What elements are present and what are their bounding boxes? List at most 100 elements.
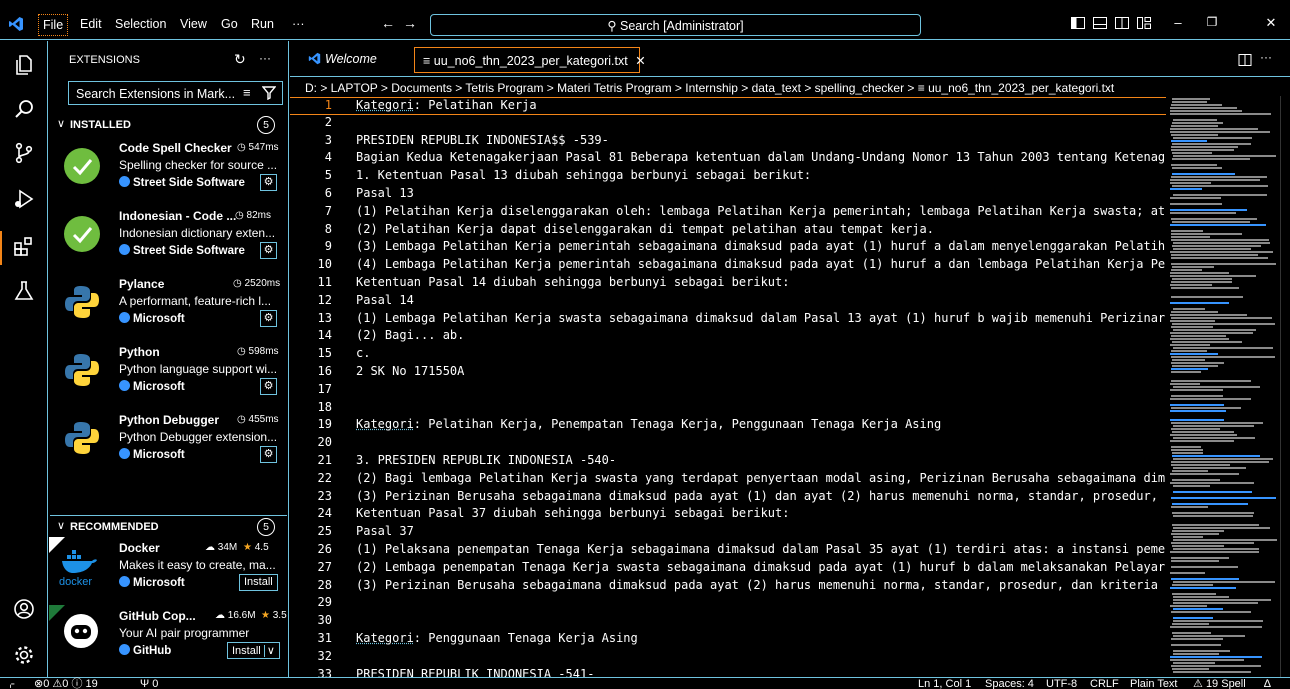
toggle-secondary-sidebar-icon[interactable] <box>1114 15 1130 31</box>
code-line[interactable]: 3 PRESIDEN REPUBLIK INDONESIA$$ -539- <box>290 133 1166 151</box>
close-tab-icon[interactable]: ✕ <box>635 54 645 68</box>
extension-docker[interactable]: docker Docker ☁ 34M ★ 4.5 Makes it easy … <box>49 537 287 605</box>
filter-icon[interactable] <box>262 86 276 100</box>
indentation[interactable]: Spaces: 4 <box>985 678 1034 689</box>
more-actions-icon[interactable]: ··· <box>1260 50 1272 64</box>
code-line[interactable]: 21 3. PRESIDEN REPUBLIK INDONESIA -540- <box>290 453 1166 471</box>
command-center-search[interactable]: ⚲ Search [Administrator] <box>430 14 921 36</box>
search-icon[interactable] <box>12 97 36 121</box>
code-line[interactable]: 28 (3) Perizinan Berusaha sebagaimana dim… <box>290 578 1166 596</box>
refresh-icon[interactable]: ↻ <box>234 51 246 68</box>
extension-github-copilot[interactable]: GitHub Cop... ☁ 16.6M ★ 3.5 Your AI pair… <box>49 605 287 673</box>
menu-file[interactable]: File <box>38 14 69 36</box>
code-line[interactable]: 12 Pasal 14 <box>290 293 1166 311</box>
minimap[interactable] <box>1166 96 1278 677</box>
current-line[interactable]: 1 Kategori: Pelatihan Kerja <box>290 97 1166 115</box>
spelling-issue[interactable]: Kategori <box>356 417 414 431</box>
source-control-icon[interactable] <box>12 141 36 165</box>
code-line[interactable]: 26 (1) Pelaksana penempatan Tenaga Kerja … <box>290 542 1166 560</box>
tab-uu-no6-file[interactable]: ≡ uu_no6_thn_2023_per_kategori.txt ✕ <box>414 47 646 73</box>
run-debug-icon[interactable] <box>12 187 36 211</box>
code-line[interactable]: 32 <box>290 649 1166 667</box>
menu-go[interactable]: Go <box>221 17 238 31</box>
manage-gear-icon[interactable] <box>12 643 36 667</box>
code-line[interactable]: 15 c. <box>290 346 1166 364</box>
code-line[interactable]: 16 2 SK No 171550A <box>290 364 1166 382</box>
code-line[interactable]: 20 <box>290 435 1166 453</box>
code-line[interactable]: 2 <box>290 115 1166 133</box>
end-of-line[interactable]: CRLF <box>1090 678 1119 689</box>
text-editor[interactable]: 1 Kategori: Pelatihan Kerja 2 3 PRESIDEN REP… <box>290 96 1166 677</box>
back-arrow-icon[interactable]: ← <box>381 15 395 31</box>
vertical-scrollbar[interactable] <box>1280 96 1290 677</box>
manage-extension-gear-icon[interactable]: ⚙ <box>260 174 277 191</box>
installed-extension-item[interactable]: Indonesian - Code ... ◷ 82ms Indonesian di… <box>49 205 287 273</box>
code-line[interactable]: 18 <box>290 400 1166 418</box>
code-line[interactable]: 24 Ketentuan Pasal 37 diubah sehingga ber… <box>290 506 1166 524</box>
code-line[interactable]: 7 (1) Pelatihan Kerja diselenggarakan ole… <box>290 204 1166 222</box>
explorer-icon[interactable] <box>12 53 36 77</box>
manage-extension-gear-icon[interactable]: ⚙ <box>260 310 277 327</box>
code-line[interactable]: 17 <box>290 382 1166 400</box>
spelling-issue[interactable]: Kategori <box>356 631 414 645</box>
accounts-icon[interactable] <box>12 597 36 621</box>
code-line[interactable]: 8 (2) Pelatihan Kerja dapat diselenggarak… <box>290 222 1166 240</box>
extensions-search-input[interactable]: Search Extensions in Mark... ≡ <box>68 81 283 105</box>
menu-edit[interactable]: Edit <box>80 17 102 31</box>
split-editor-icon[interactable] <box>1238 53 1252 67</box>
toggle-primary-sidebar-icon[interactable] <box>1070 15 1086 31</box>
code-line[interactable]: 27 (2) Lembaga penempatan Tenaga Kerja sw… <box>290 560 1166 578</box>
installed-section-header[interactable]: ∨ INSTALLED 5 <box>49 114 287 136</box>
code-line[interactable]: 29 <box>290 595 1166 613</box>
clear-filter-icon[interactable]: ≡ <box>243 85 251 100</box>
encoding[interactable]: UTF-8 <box>1046 678 1077 689</box>
code-line[interactable]: 23 (3) Perizinan Berusaha sebagaimana dim… <box>290 489 1166 507</box>
code-line[interactable]: 31 Kategori: Penggunaan Tenaga Kerja Asin… <box>290 631 1166 649</box>
installed-extension-item[interactable]: Python ◷ 598ms Python language support wi.… <box>49 341 287 409</box>
install-button[interactable]: Install <box>239 574 278 591</box>
menu-run[interactable]: Run <box>251 17 274 31</box>
cursor-position[interactable]: Ln 1, Col 1 <box>918 678 971 689</box>
toggle-panel-icon[interactable] <box>1092 15 1108 31</box>
code-line[interactable]: 14 (2) Bagi... ab. <box>290 328 1166 346</box>
code-line[interactable]: 4 Bagian Kedua Ketenagakerjaan Pasal 81 B… <box>290 150 1166 168</box>
close-icon[interactable]: ✕ <box>1263 15 1279 31</box>
code-line[interactable]: 11 Ketentuan Pasal 14 diubah sehingga ber… <box>290 275 1166 293</box>
installed-extension-item[interactable]: Python Debugger ◷ 455ms Python Debugger ex… <box>49 409 287 477</box>
code-line[interactable]: 9 (3) Lembaga Pelatihan Kerja pemerintah … <box>290 239 1166 257</box>
problems-indicator[interactable]: ⊗0 ⚠0 ⓘ 19 <box>34 678 98 689</box>
installed-extension-item[interactable]: Code Spell Checker ◷ 547ms Spelling checke… <box>49 137 287 205</box>
forward-arrow-icon[interactable]: → <box>403 15 417 31</box>
code-line[interactable]: 22 (2) Bagi lembaga Pelatihan Kerja swast… <box>290 471 1166 489</box>
manage-extension-gear-icon[interactable]: ⚙ <box>260 242 277 259</box>
code-line[interactable]: 19 Kategori: Pelatihan Kerja, Penempatan … <box>290 417 1166 435</box>
tab-welcome[interactable]: Welcome <box>300 47 385 73</box>
spell-checker-status[interactable]: ⚠ 19 Spell <box>1193 678 1246 689</box>
code-line[interactable]: 30 <box>290 613 1166 631</box>
install-button[interactable]: Install ∨ <box>227 642 280 659</box>
minimize-icon[interactable]: – <box>1170 15 1186 31</box>
breadcrumb[interactable]: D: > LAPTOP > Documents > Tetris Program… <box>305 81 1114 95</box>
extensions-icon[interactable] <box>12 235 36 259</box>
code-line[interactable]: 25 Pasal 37 <box>290 524 1166 542</box>
chevron-down-icon[interactable]: ∨ <box>263 645 275 657</box>
manage-extension-gear-icon[interactable]: ⚙ <box>260 378 277 395</box>
installed-extension-item[interactable]: Pylance ◷ 2520ms A performant, feature-ric… <box>49 273 287 341</box>
more-actions-icon[interactable]: ··· <box>259 51 271 65</box>
restore-icon[interactable]: ❐ <box>1204 15 1220 31</box>
recommended-section-header[interactable]: ∨ RECOMMENDED 5 <box>50 515 287 537</box>
menu-selection[interactable]: Selection <box>115 17 166 31</box>
remote-icon[interactable]: ⌌ <box>6 678 15 689</box>
menu-more[interactable]: ··· <box>292 17 305 31</box>
code-line[interactable]: 5 1. Ketentuan Pasal 13 diubah sehingga b… <box>290 168 1166 186</box>
spelling-issue[interactable]: Kategori <box>356 98 414 112</box>
menu-view[interactable]: View <box>180 17 207 31</box>
code-line[interactable]: 13 (1) Lembaga Pelatihan Kerja swasta seb… <box>290 311 1166 329</box>
customize-layout-icon[interactable] <box>1136 15 1152 31</box>
language-mode[interactable]: Plain Text <box>1130 678 1178 689</box>
ports-indicator[interactable]: Ψ 0 <box>140 678 158 689</box>
notifications-bell-icon[interactable]: ∆ <box>1264 678 1271 689</box>
code-line[interactable]: 33 PRESIDEN REPUBLIK INDONESIA -541- <box>290 667 1166 677</box>
code-line[interactable]: 6 Pasal 13 <box>290 186 1166 204</box>
testing-icon[interactable] <box>12 279 36 303</box>
